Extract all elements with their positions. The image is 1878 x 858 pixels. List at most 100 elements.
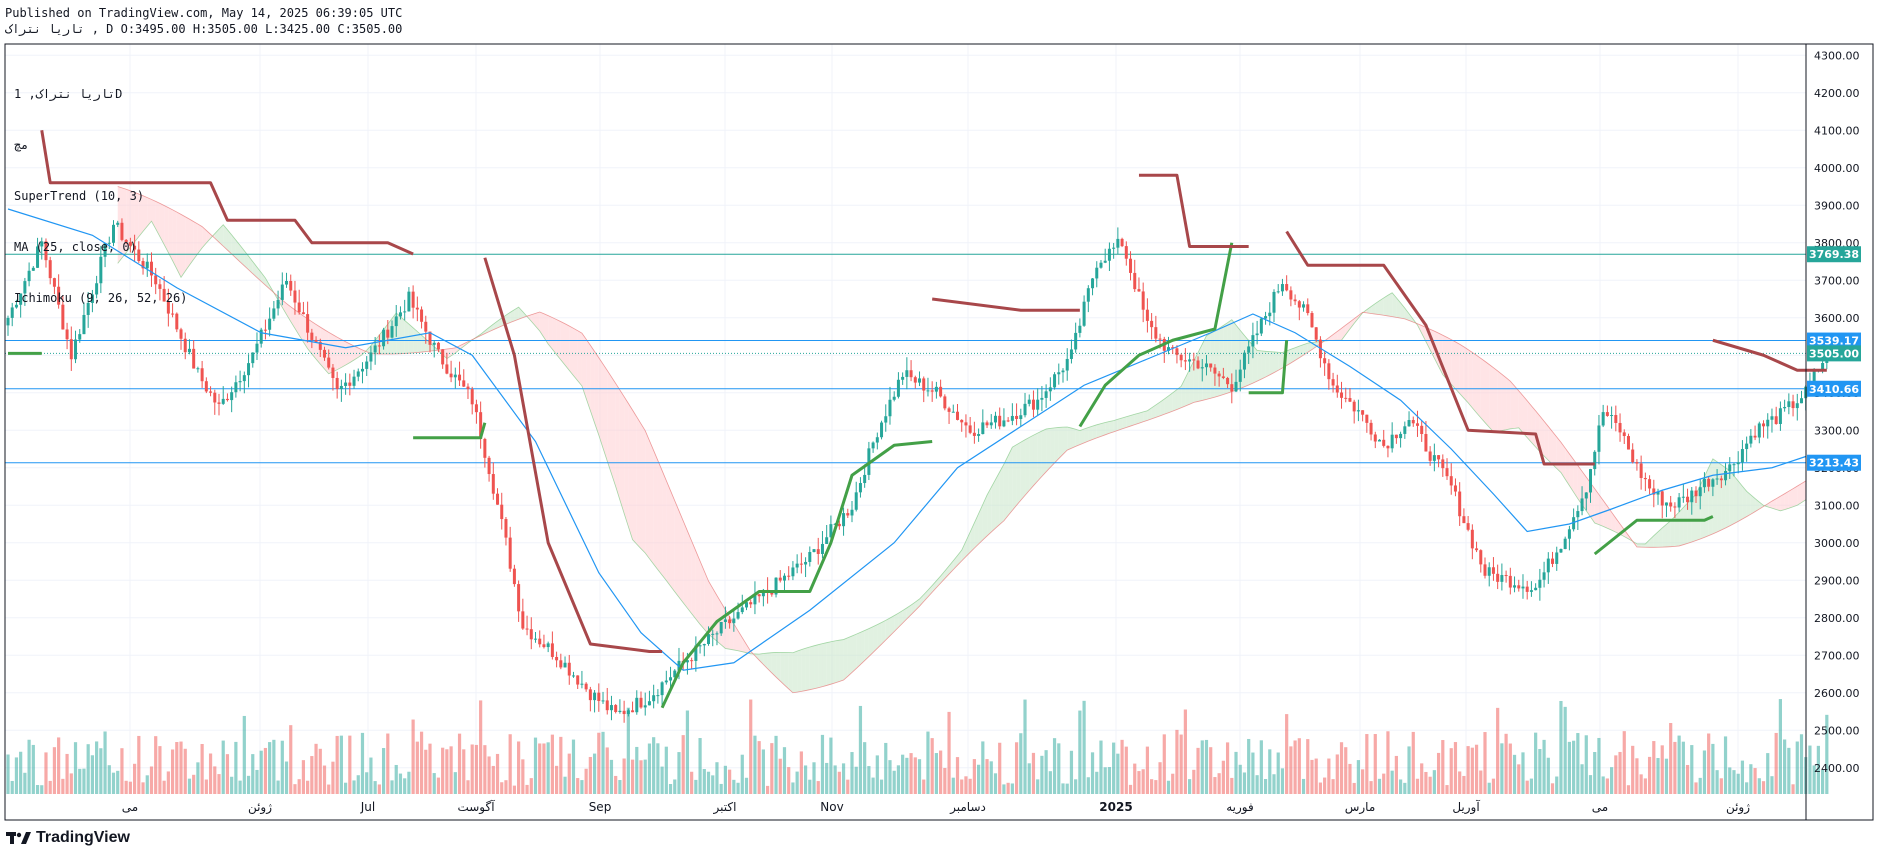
volume-bar [1428,776,1432,794]
volume-bar [213,766,217,794]
volume-bar [491,765,495,794]
y-tick-label: 3100.00 [1814,499,1860,512]
candle-body [1095,267,1099,279]
cloud-segment [1548,426,1553,465]
candle-body [711,633,715,635]
volume-bar [614,775,618,794]
candle-body [280,284,284,300]
volume-bar [196,762,200,794]
volume-bar [799,751,803,794]
cloud-segment [657,460,663,576]
candle-body [901,376,905,380]
volume-bar [1069,750,1074,794]
volume-bar [1550,783,1555,794]
volume-bar [1732,770,1736,794]
candle-body [593,692,597,701]
candle-body [749,602,753,605]
candle-body [407,291,411,312]
candle-body [234,382,238,393]
y-tick-label: 2700.00 [1814,649,1860,662]
candle-body [1061,370,1065,373]
chart-border [4,43,1874,821]
volume-bar [1555,776,1559,794]
candle-body [293,290,297,303]
volume-bar [78,768,82,794]
candle-body [398,312,402,317]
volume-bar [145,775,149,794]
cloud-segment [565,323,570,371]
volume-bar [571,739,576,794]
volume-bar [605,747,609,794]
cloud-segment [1784,491,1789,510]
candle-body [458,374,462,381]
volume-bar [1770,776,1774,794]
candle-body [1356,410,1360,412]
cloud-segment [1046,428,1051,472]
candle-body [842,513,846,527]
x-tick-label: Nov [820,800,843,814]
volume-bar [1023,699,1027,794]
volume-bar [1563,706,1567,794]
y-tick-label: 3000.00 [1814,537,1860,550]
candle-body [1542,572,1546,580]
candle-body [255,343,259,353]
cloud-segment [1041,429,1047,477]
volume-bar [268,742,272,794]
cloud-segment [1493,367,1498,432]
indicator-ichimoku[interactable]: Ichimoku (9, 26, 52, 26) [14,290,187,307]
volume-bar [1145,746,1149,794]
candle-body [285,280,289,285]
volume-bar [1036,779,1040,794]
volume-bar [711,775,715,794]
x-tick-label: Jul [360,800,375,814]
cloud-segment [1096,423,1101,438]
candle-body [1800,398,1803,404]
volume-bar [989,761,993,794]
volume-bar [592,753,597,794]
volume-bar [487,756,491,794]
tradingview-brand[interactable]: TradingView [6,829,130,847]
volume-bar [1799,734,1804,794]
candle-body [1276,291,1280,293]
y-tick-label: 2400.00 [1814,762,1860,775]
price-chart[interactable]: 4300.004200.004100.004000.003900.003800.… [0,0,1878,858]
candle-body [1091,278,1095,289]
candle-body [1280,284,1284,292]
cloud-segment [1003,455,1009,521]
candle-body [576,675,580,685]
candle-body [998,415,1002,427]
cloud-segment [1134,413,1139,425]
candle-body [517,584,521,612]
volume-bar [1373,734,1377,794]
volume-bar [512,785,516,794]
indicator-ma[interactable]: MA (25, close, 0) [14,239,187,256]
volume-bar [829,737,833,794]
candle-body [1686,496,1690,503]
volume-bar [837,771,841,794]
candle-body [1150,320,1154,328]
cloud-segment [784,652,789,689]
volume-bar [1230,777,1234,794]
candle-body [483,438,487,458]
candle-body [1584,492,1588,499]
y-tick-label: 3700.00 [1814,274,1860,287]
volume-bar [1276,752,1280,794]
volume-bar [791,782,795,794]
candle-body [314,339,318,342]
candle-body [1078,325,1082,333]
volume-bar [740,754,744,794]
candle-body [888,399,892,417]
volume-bar [1242,772,1247,794]
volume-bar [1002,784,1006,794]
candle-body [289,280,293,291]
volume-bar [495,753,500,794]
volume-bar [1107,767,1112,794]
cloud-segment [856,632,861,669]
volume-bar [749,699,753,794]
volume-bar [61,778,65,794]
volume-bar [846,779,850,794]
volume-bar [968,778,972,794]
candle-body [1340,392,1344,398]
indicator-supertrend[interactable]: SuperTrend (10, 3) [14,188,187,205]
cloud-segment [552,317,557,355]
